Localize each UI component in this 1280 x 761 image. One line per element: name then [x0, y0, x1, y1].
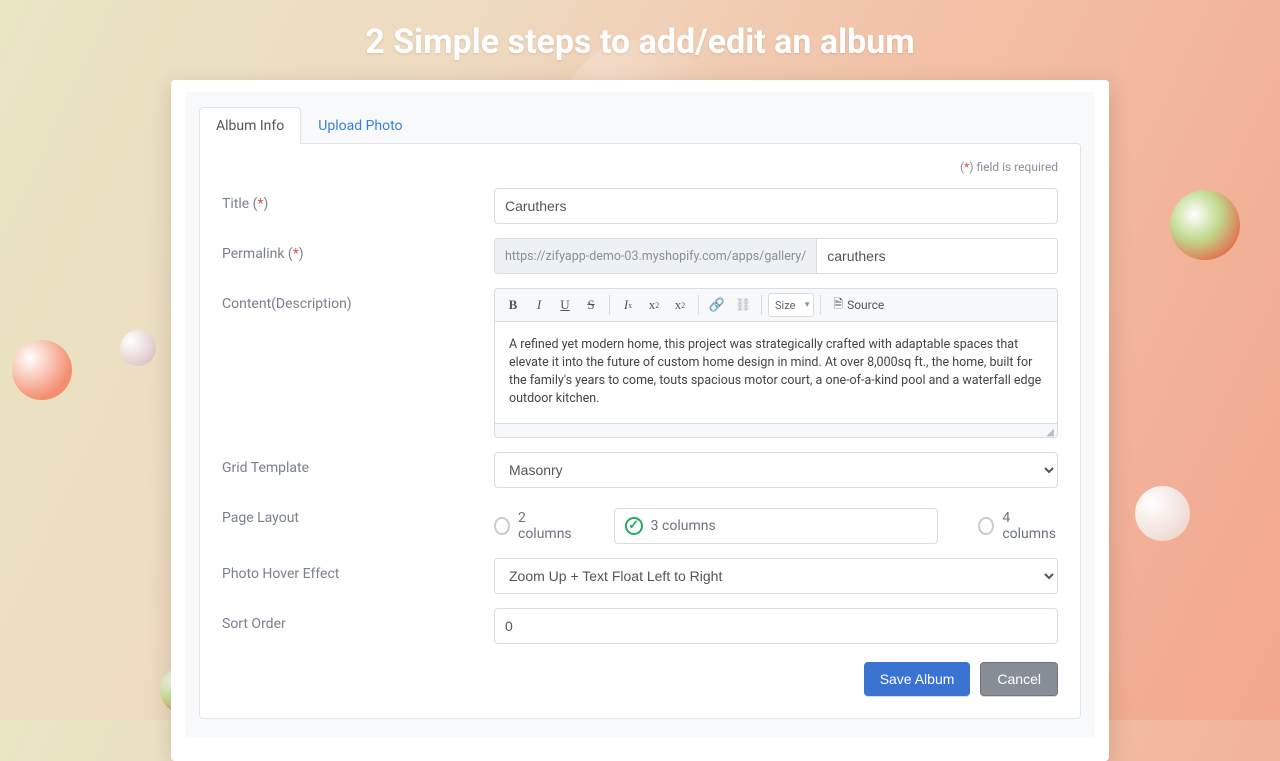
- permalink-prefix: https://zifyapp-demo-03.myshopify.com/ap…: [494, 238, 816, 274]
- hover-effect-select[interactable]: Zoom Up + Text Float Left to Right: [494, 558, 1058, 594]
- label-sort-order: Sort Order: [222, 608, 494, 632]
- title-input[interactable]: [494, 188, 1058, 224]
- radio-4-columns[interactable]: 4 columns: [978, 510, 1058, 542]
- label-grid-template: Grid Template: [222, 452, 494, 476]
- remove-format-icon[interactable]: Ix: [616, 293, 640, 317]
- superscript-icon[interactable]: x2: [668, 293, 692, 317]
- font-size-select[interactable]: Size: [768, 293, 814, 317]
- grid-template-select[interactable]: Masonry: [494, 452, 1058, 488]
- sort-order-input[interactable]: [494, 608, 1058, 644]
- tab-album-info[interactable]: Album Info: [199, 107, 301, 144]
- source-icon: 🗎: [833, 295, 843, 316]
- radio-icon: [494, 517, 510, 535]
- unlink-icon[interactable]: ⛓: [731, 293, 755, 317]
- save-button[interactable]: Save Album: [864, 662, 971, 696]
- radio-icon: [978, 517, 994, 535]
- label-page-layout: Page Layout: [222, 502, 494, 526]
- required-note: (*) field is required: [222, 160, 1058, 174]
- tabs: Album Info Upload Photo: [185, 92, 1095, 143]
- radio-3-columns[interactable]: 3 columns: [614, 508, 939, 544]
- permalink-input[interactable]: [816, 238, 1058, 274]
- subscript-icon[interactable]: x2: [642, 293, 666, 317]
- cancel-button[interactable]: Cancel: [980, 662, 1058, 696]
- decorative-bubble: [12, 340, 72, 400]
- decorative-bubble: [120, 330, 156, 366]
- form-card: Album Info Upload Photo (*) field is req…: [171, 80, 1109, 761]
- decorative-bubble: [1170, 190, 1240, 260]
- strike-icon[interactable]: S: [579, 293, 603, 317]
- radio-2-columns[interactable]: 2 columns: [494, 510, 574, 542]
- label-permalink: Permalink (*): [222, 238, 494, 262]
- decorative-bubble: [1135, 486, 1190, 541]
- editor-textarea[interactable]: A refined yet modern home, this project …: [495, 322, 1057, 423]
- page-title: 2 Simple steps to add/edit an album: [0, 0, 1280, 80]
- source-button[interactable]: 🗎 Source: [827, 293, 890, 317]
- underline-icon[interactable]: U: [553, 293, 577, 317]
- label-hover-effect: Photo Hover Effect: [222, 558, 494, 582]
- bold-icon[interactable]: B: [501, 293, 525, 317]
- editor-resize-handle[interactable]: [495, 423, 1057, 437]
- label-title: Title (*): [222, 188, 494, 212]
- italic-icon[interactable]: I: [527, 293, 551, 317]
- label-content: Content(Description): [222, 288, 494, 312]
- link-icon[interactable]: 🔗: [705, 293, 729, 317]
- rich-text-editor: B I U S Ix x2 x2 🔗 ⛓ Size: [494, 288, 1058, 438]
- editor-toolbar: B I U S Ix x2 x2 🔗 ⛓ Size: [495, 289, 1057, 322]
- radio-icon: [625, 517, 643, 535]
- tab-upload-photo[interactable]: Upload Photo: [301, 107, 419, 144]
